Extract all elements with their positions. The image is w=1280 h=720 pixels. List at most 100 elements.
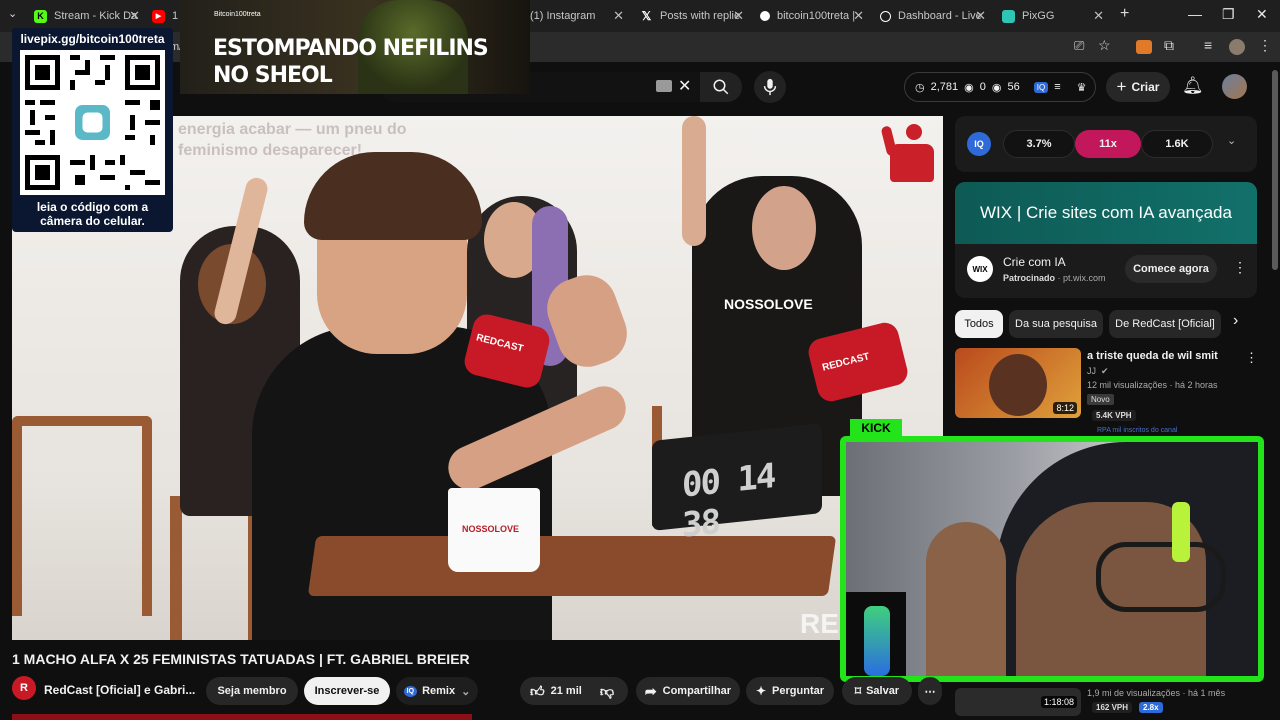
chevron-down-icon[interactable]: ⌄ bbox=[1227, 134, 1236, 147]
like-button[interactable]: 👍︎ 21 mil 👎︎ bbox=[520, 677, 628, 705]
clear-search-icon[interactable]: ✕ bbox=[678, 76, 691, 96]
metric-pill[interactable]: 1.6K bbox=[1141, 130, 1213, 158]
vidiq-logo-icon[interactable]: IQ bbox=[967, 132, 991, 156]
channel-name[interactable]: RedCast [Oficial] e Gabri... bbox=[44, 683, 195, 697]
extensions-puzzle-icon[interactable]: ⧉ bbox=[1164, 37, 1174, 54]
vph-badge: 5.4K VPH bbox=[1092, 410, 1136, 421]
save-button[interactable]: ⌑ Salvar bbox=[842, 677, 912, 705]
tab-title: PixGG bbox=[1022, 10, 1055, 22]
tab-bitcoin100treta[interactable]: bitcoin100treta | ✕ bbox=[760, 4, 870, 28]
tab-instagram[interactable]: (1) Instagram ✕ bbox=[530, 4, 630, 28]
vidiq-icon[interactable]: IQ bbox=[1033, 81, 1049, 93]
list-icon[interactable]: ≡ bbox=[1054, 81, 1060, 93]
video-thumbnail[interactable]: 1:18:08 bbox=[955, 688, 1081, 716]
stream-banner: Bitcoin100treta ESTOMPANDO NEFILINS NO S… bbox=[180, 0, 530, 94]
tab-youtube[interactable]: ▶ 1 bbox=[152, 4, 182, 28]
account-avatar[interactable] bbox=[1222, 74, 1247, 99]
caption-line: energia acabar — um pneu do bbox=[178, 121, 407, 138]
new-tab-icon[interactable]: + bbox=[1120, 5, 1129, 23]
mic-brand: REDCAST bbox=[474, 332, 525, 355]
video-thumbnail[interactable]: 8:12 bbox=[955, 348, 1081, 418]
qr-url: livepix.gg/bitcoin100treta bbox=[20, 32, 165, 46]
headset-accent bbox=[1172, 502, 1190, 562]
ad-card[interactable]: WIX | Crie sites com IA avançada WIX Cri… bbox=[955, 182, 1257, 298]
banner-channel: Bitcoin100treta bbox=[214, 11, 261, 18]
keyboard-icon[interactable] bbox=[656, 80, 672, 92]
share-icon: ➦ bbox=[644, 682, 657, 699]
tab-kick-stream[interactable]: K Stream - Kick Da ✕ bbox=[34, 4, 146, 28]
ad-banner[interactable]: WIX | Crie sites com IA avançada bbox=[955, 182, 1257, 244]
qr-caption-line: câmera do celular. bbox=[40, 214, 145, 228]
tab-pixgg[interactable]: PixGG ✕ bbox=[1002, 4, 1110, 28]
tab-search-icon[interactable]: ⌄ bbox=[8, 7, 17, 20]
tab-x-posts[interactable]: 𝕏 Posts with replie ✕ bbox=[640, 4, 750, 28]
ad-cta-button[interactable]: Comece agora bbox=[1125, 255, 1217, 283]
youtube-favicon-icon: ▶ bbox=[152, 9, 165, 23]
remix-button[interactable]: IQ Remix ⌄ bbox=[396, 677, 478, 705]
ad-title[interactable]: Crie com IA bbox=[1003, 255, 1066, 269]
rec-title[interactable]: a triste queda de wil smit bbox=[1087, 350, 1218, 362]
qr-caption-line: leia o código com a bbox=[36, 200, 149, 214]
clock-icon: ◷ bbox=[915, 81, 925, 94]
qr-code bbox=[20, 50, 165, 195]
plus-icon: + bbox=[1116, 77, 1127, 96]
metric-pill[interactable]: 3.7% bbox=[1003, 130, 1075, 158]
raised-arm bbox=[682, 116, 706, 246]
ad-meta: Patrocinado · pt.wix.com bbox=[1003, 273, 1106, 283]
chip-from-channel[interactable]: De RedCast [Oficial] bbox=[1109, 310, 1221, 338]
notifications-bell-icon[interactable]: 🔔︎ bbox=[1182, 76, 1204, 96]
globe-favicon-icon bbox=[880, 10, 891, 22]
close-icon[interactable]: ✕ bbox=[853, 8, 864, 24]
more-actions-button[interactable]: ⋯ bbox=[918, 677, 942, 705]
tab-dashboard-live[interactable]: Dashboard - Live ✕ bbox=[880, 4, 992, 28]
cast-icon[interactable]: ⎚ bbox=[1074, 38, 1084, 54]
chip-all[interactable]: Todos bbox=[955, 310, 1003, 338]
more-options-icon[interactable]: ⋮ bbox=[1233, 259, 1247, 276]
thumbnail-face bbox=[989, 354, 1047, 416]
vidiq-metrics-panel: IQ 3.7% 11x 1.6K ⌄ bbox=[955, 116, 1257, 172]
kick-webcam-overlay bbox=[840, 436, 1264, 682]
create-button[interactable]: + Criar bbox=[1106, 72, 1170, 102]
minimize-icon[interactable]: — bbox=[1188, 6, 1202, 22]
close-icon[interactable]: ✕ bbox=[975, 8, 986, 24]
close-icon[interactable]: ✕ bbox=[1093, 8, 1104, 24]
voice-search-button[interactable] bbox=[754, 71, 786, 103]
chevron-right-icon[interactable]: › bbox=[1233, 312, 1238, 330]
timer-display: 00 14 38 bbox=[652, 423, 822, 546]
share-label: Compartilhar bbox=[662, 685, 732, 697]
channel-avatar[interactable]: R bbox=[12, 676, 36, 700]
close-icon[interactable]: ✕ bbox=[129, 8, 140, 24]
search-button[interactable] bbox=[700, 72, 742, 102]
profile-avatar-icon[interactable] bbox=[1229, 39, 1245, 55]
join-button[interactable]: Seja membro bbox=[206, 677, 298, 705]
metric-pill-highlight[interactable]: 11x bbox=[1075, 130, 1141, 158]
trophy-icon[interactable]: ♛ bbox=[1077, 81, 1087, 94]
tab-title: Stream - Kick Da bbox=[54, 10, 138, 22]
extension-icon[interactable] bbox=[1136, 40, 1152, 54]
maximize-icon[interactable]: ❐ bbox=[1222, 6, 1235, 23]
close-icon[interactable]: ✕ bbox=[613, 8, 624, 24]
ask-button[interactable]: ✦ Perguntar bbox=[746, 677, 834, 705]
qr-code-icon bbox=[20, 50, 165, 195]
dislike-icon[interactable]: 👎︎ bbox=[600, 683, 614, 700]
more-options-icon[interactable]: ⋮ bbox=[1245, 350, 1258, 366]
channel-stats-widget[interactable]: ◷ 2,781 ◉ 0 ◉ 56 IQ ≡ ♛ bbox=[904, 72, 1096, 102]
kick-favicon-icon: K bbox=[34, 9, 47, 23]
share-button[interactable]: ➦ Compartilhar bbox=[636, 677, 740, 705]
search-icon bbox=[713, 79, 729, 95]
video-title: 1 MACHO ALFA X 25 FEMINISTAS TATUADAS | … bbox=[12, 651, 470, 667]
ratio-badge: 2.8x bbox=[1139, 702, 1163, 713]
tab-title: bitcoin100treta | bbox=[777, 10, 856, 22]
close-icon[interactable]: ✕ bbox=[733, 8, 744, 24]
close-window-icon[interactable]: ✕ bbox=[1256, 6, 1268, 23]
rec-channel[interactable]: JJ bbox=[1087, 366, 1096, 376]
chip-from-search[interactable]: Da sua pesquisa bbox=[1009, 310, 1103, 338]
microphone-icon bbox=[846, 592, 906, 676]
subscribe-button[interactable]: Inscrever-se bbox=[304, 677, 390, 705]
queue-icon[interactable]: ≡ bbox=[1204, 37, 1212, 53]
page-scrollbar[interactable] bbox=[1272, 70, 1278, 270]
browser-menu-icon[interactable]: ⋮ bbox=[1258, 37, 1272, 54]
raised-hand-logo-icon bbox=[880, 122, 936, 184]
bookmark-star-icon[interactable]: ☆ bbox=[1098, 37, 1111, 54]
ad-domain: pt.wix.com bbox=[1063, 273, 1106, 283]
